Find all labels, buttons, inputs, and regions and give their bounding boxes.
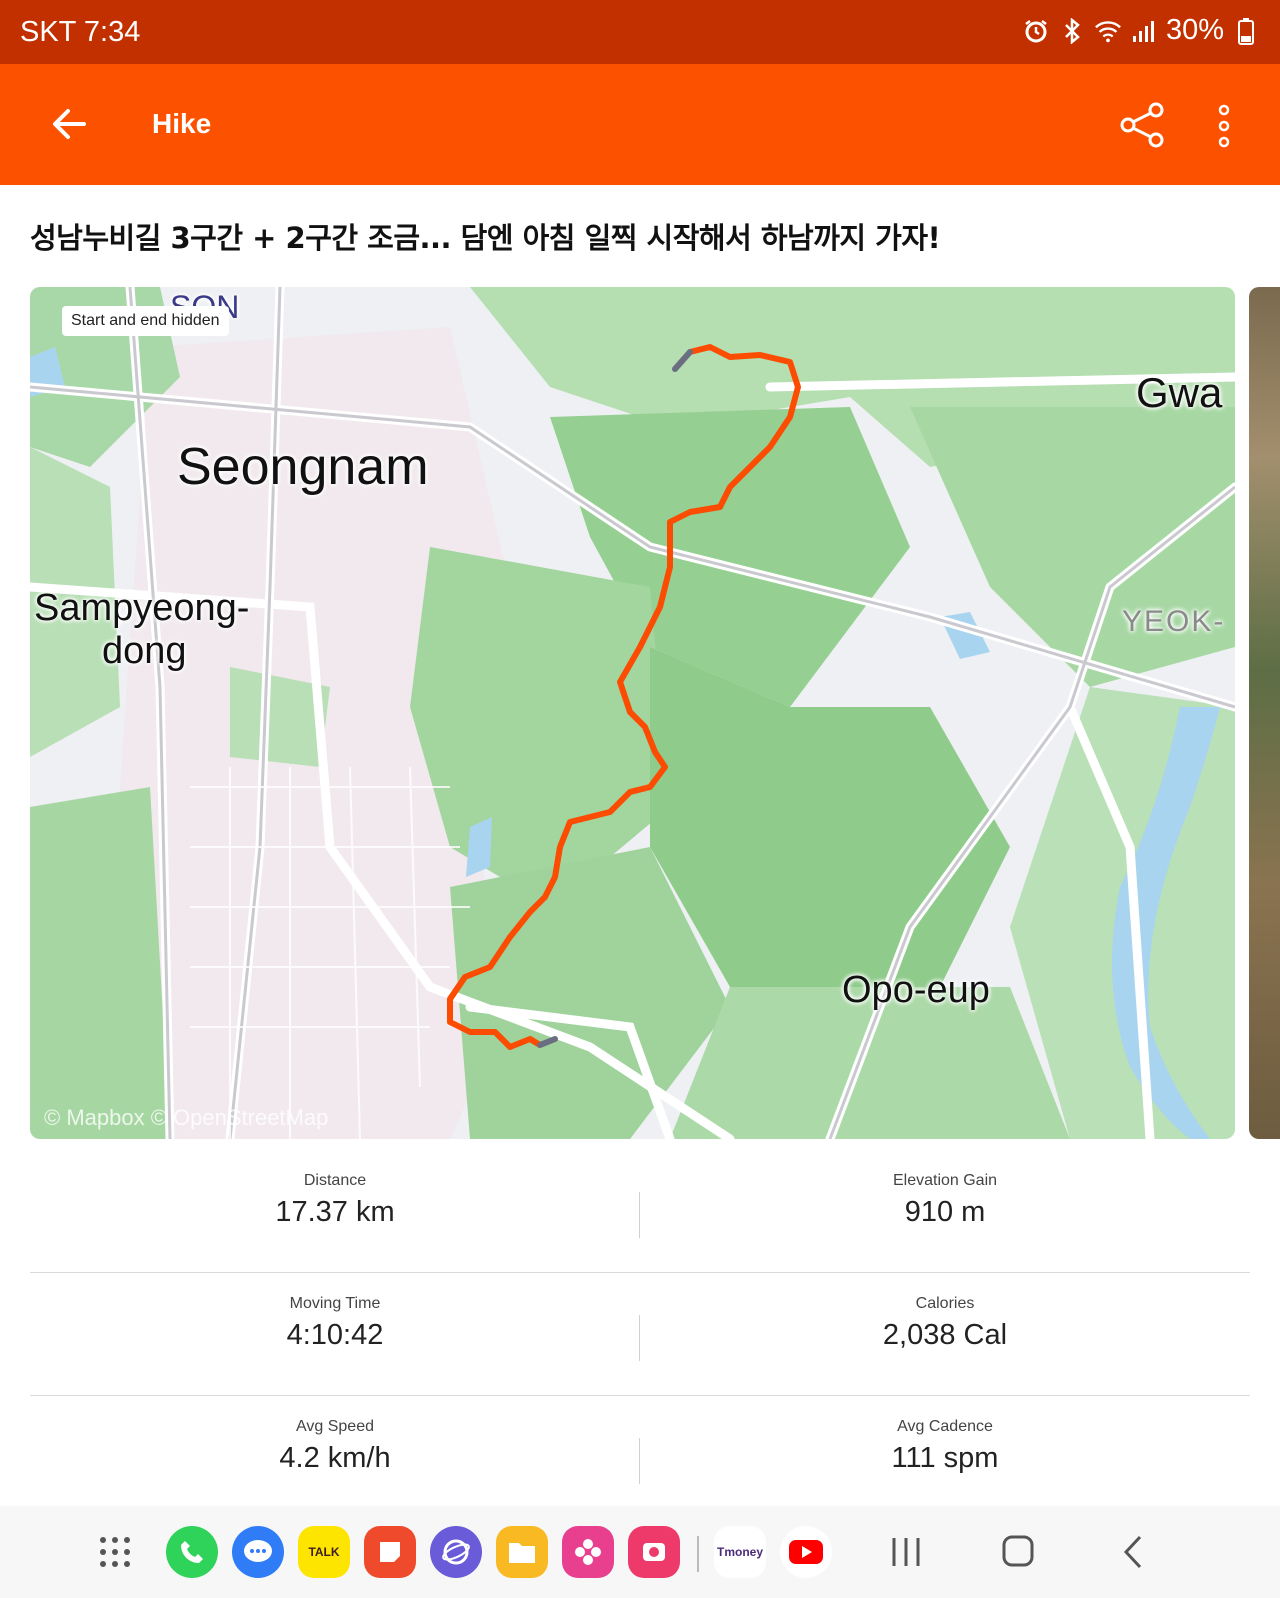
- stat-value: 4.2 km/h: [279, 1442, 391, 1474]
- map-label-opo: Opo-eup: [842, 969, 990, 1011]
- app-bar: Hike: [0, 64, 1280, 185]
- stat-calories: Calories 2,038 Cal: [640, 1273, 1250, 1352]
- stat-label: Elevation Gain: [892, 1172, 998, 1189]
- status-bar: SKT 7:34 30%: [0, 0, 1280, 64]
- messages-app-icon[interactable]: [232, 1526, 284, 1578]
- battery-percent: 30%: [1165, 14, 1224, 46]
- stat-label: Avg Speed: [296, 1418, 374, 1435]
- status-icons: 30%: [1022, 14, 1260, 47]
- kakaotalk-app-icon[interactable]: TALK: [298, 1526, 350, 1578]
- stat-value: 111 spm: [891, 1442, 999, 1474]
- stats-row-1: Distance 17.37 km Elevation Gain 910 m: [30, 1150, 1250, 1273]
- stat-elevation-gain: Elevation Gain 910 m: [640, 1150, 1250, 1229]
- share-icon: [1120, 102, 1164, 148]
- bixby-app-icon[interactable]: [562, 1526, 614, 1578]
- carrier-time: SKT 7:34: [20, 16, 141, 48]
- map-label-sampyeong: Sampyeong-: [34, 587, 250, 629]
- stat-distance: Distance 17.37 km: [30, 1150, 640, 1229]
- stats-row-2: Moving Time 4:10:42 Calories 2,038 Cal: [30, 1273, 1250, 1396]
- activity-photo-thumbnail[interactable]: [1249, 287, 1280, 1139]
- back-arrow-icon: [53, 109, 86, 139]
- alarm-icon: [1022, 17, 1050, 45]
- stat-value: 910 m: [904, 1196, 986, 1228]
- phone-app-icon[interactable]: [166, 1526, 218, 1578]
- kakaotalk-label: TALK: [308, 1545, 340, 1559]
- home-button[interactable]: [996, 1532, 1040, 1572]
- battery-icon: [1232, 17, 1260, 45]
- back-button[interactable]: [46, 100, 94, 148]
- camera-app-icon[interactable]: [628, 1526, 680, 1578]
- page-title: Hike: [152, 108, 212, 139]
- more-vertical-icon: [1218, 104, 1230, 148]
- stat-label: Avg Cadence: [897, 1418, 993, 1435]
- map-label-seongnam: Seongnam: [177, 438, 429, 496]
- stat-label: Moving Time: [289, 1295, 381, 1312]
- back-button[interactable]: [1112, 1532, 1156, 1572]
- divider: [697, 1536, 699, 1572]
- stats-grid: Distance 17.37 km Elevation Gain 910 m M…: [30, 1150, 1250, 1519]
- map-attribution[interactable]: © Mapbox © OpenStreetMap: [44, 1105, 328, 1131]
- tmoney-app-icon[interactable]: Tmoney: [714, 1526, 766, 1578]
- activity-title: 성남누비길 3구간 + 2구간 조금... 담엔 아침 일찍 시작해서 하남까지…: [30, 221, 941, 255]
- more-options-button[interactable]: [1206, 102, 1242, 150]
- my-files-app-icon[interactable]: [496, 1526, 548, 1578]
- stat-label: Distance: [303, 1172, 367, 1189]
- navigation-bar: TALK Tmoney: [0, 1506, 1280, 1598]
- map-label-yeok: YEOK-: [1122, 605, 1226, 638]
- bluetooth-icon: [1058, 17, 1086, 45]
- start-end-hidden-badge: Start and end hidden: [62, 306, 229, 336]
- recents-button[interactable]: [884, 1532, 928, 1572]
- stat-value: 17.37 km: [275, 1196, 395, 1228]
- map-canvas: [30, 287, 1235, 1139]
- stat-value: 4:10:42: [286, 1319, 384, 1351]
- notes-app-icon[interactable]: [364, 1526, 416, 1578]
- signal-icon: [1130, 17, 1158, 45]
- stats-row-3: Avg Speed 4.2 km/h Avg Cadence 111 spm: [30, 1396, 1250, 1519]
- stat-avg-speed: Avg Speed 4.2 km/h: [30, 1396, 640, 1475]
- tmoney-label: Tmoney: [716, 1545, 763, 1559]
- youtube-app-icon[interactable]: [780, 1526, 832, 1578]
- stat-label: Calories: [915, 1295, 975, 1312]
- app-drawer-icon[interactable]: [89, 1526, 141, 1578]
- stat-moving-time: Moving Time 4:10:42: [30, 1273, 640, 1352]
- internet-app-icon[interactable]: [430, 1526, 482, 1578]
- route-map[interactable]: SON Start and end hidden Seongnam Sampye…: [30, 287, 1235, 1139]
- wifi-icon: [1094, 17, 1122, 45]
- stat-value: 2,038 Cal: [882, 1319, 1008, 1351]
- share-button[interactable]: [1118, 100, 1168, 150]
- map-label-gwa: Gwa: [1136, 369, 1223, 416]
- stat-avg-cadence: Avg Cadence 111 spm: [640, 1396, 1250, 1475]
- map-label-dong: dong: [102, 630, 187, 672]
